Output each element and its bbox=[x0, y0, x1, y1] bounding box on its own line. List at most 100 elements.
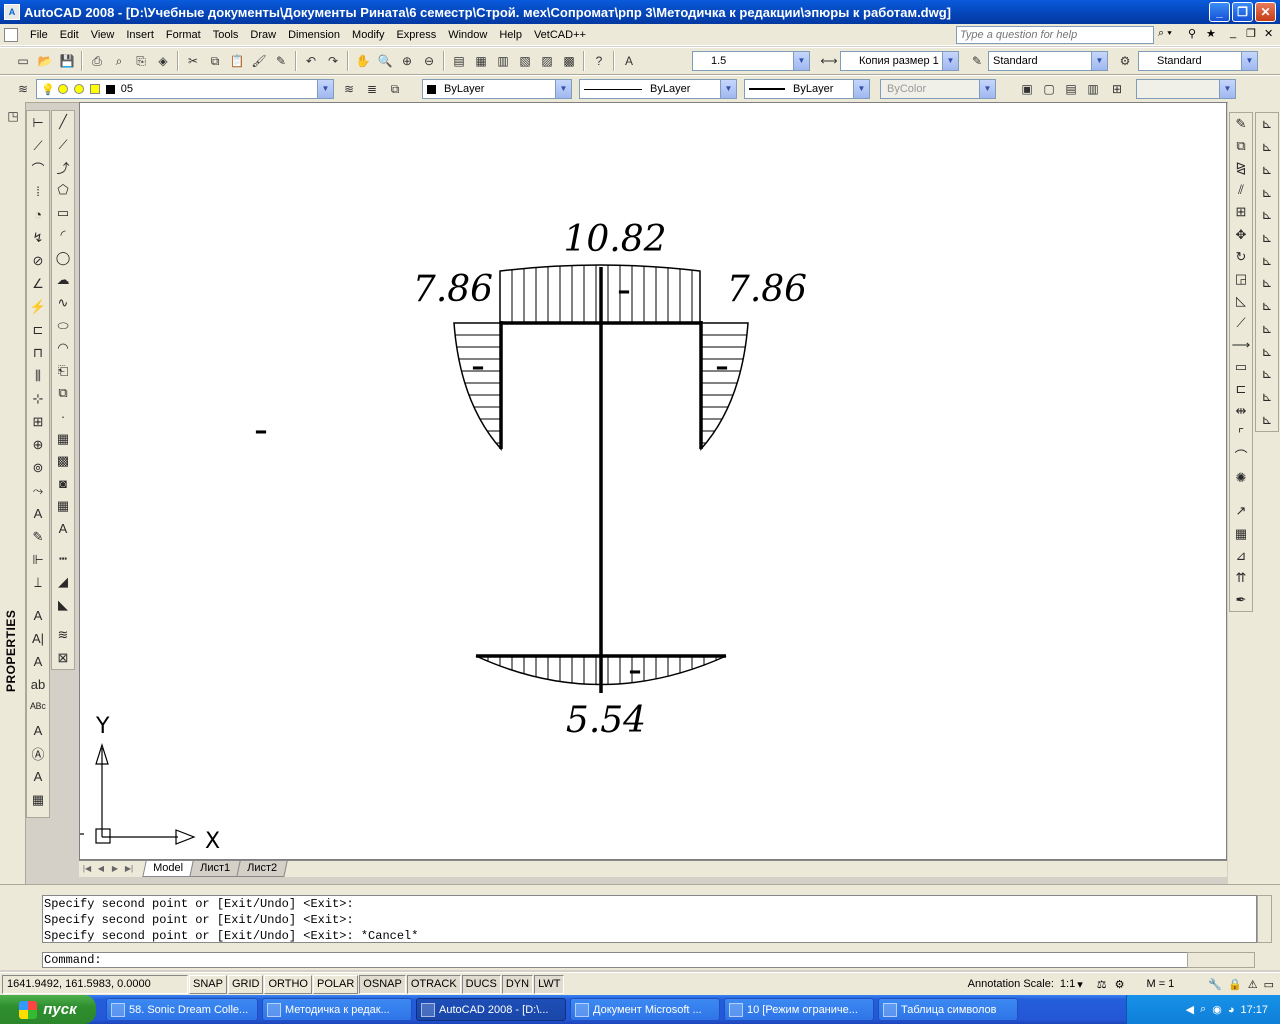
command-hscrollbar[interactable] bbox=[1187, 952, 1255, 968]
help-search-input[interactable] bbox=[956, 26, 1154, 44]
menu-window[interactable]: Window bbox=[442, 29, 493, 41]
doc-restore-button[interactable]: ❐ bbox=[1246, 27, 1256, 40]
make-layer-current-icon[interactable]: ≋ bbox=[339, 79, 359, 99]
z-ucs-icon[interactable]: ⊾ bbox=[1257, 364, 1277, 385]
rectangle-icon[interactable]: ▭ bbox=[53, 202, 73, 223]
named-views-icon[interactable]: ▣ bbox=[1017, 79, 1037, 99]
grid-toggle[interactable]: GRID bbox=[227, 974, 264, 994]
chevron-down-icon[interactable]: ▼ bbox=[942, 52, 958, 70]
epure-drawing[interactable]: – – – – – 10.82 7.86 7.86 5.54 X Y bbox=[80, 103, 1227, 860]
angular-icon[interactable]: ∠ bbox=[28, 273, 48, 294]
back-icon[interactable]: ◀ bbox=[1186, 1003, 1194, 1016]
center-mark-icon[interactable]: ⊕ bbox=[28, 434, 48, 455]
viewport-icon[interactable]: ▤ bbox=[1061, 79, 1081, 99]
palette-icon[interactable]: ◳ bbox=[3, 106, 23, 126]
erase-icon[interactable]: ✎ bbox=[1231, 114, 1251, 134]
arc-icon[interactable]: ◜ bbox=[53, 225, 73, 246]
taskbar-item[interactable]: 10 [Режим ограниче... bbox=[724, 998, 874, 1021]
chevron-down-icon[interactable]: ▼ bbox=[555, 80, 571, 98]
antivirus-icon[interactable]: ◉ bbox=[1212, 1003, 1222, 1016]
ucs-previous-icon[interactable]: ⊾ bbox=[1257, 159, 1277, 180]
menu-file[interactable]: File bbox=[24, 29, 54, 41]
chevron-down-icon[interactable]: ▼ bbox=[1241, 52, 1257, 70]
block-editor-icon[interactable]: ✎ bbox=[271, 51, 291, 71]
measure-icon[interactable]: ⊿ bbox=[1231, 546, 1251, 566]
multiline-text-icon[interactable]: A bbox=[53, 519, 73, 540]
design-center-icon[interactable]: ▦ bbox=[471, 51, 491, 71]
properties-icon[interactable]: ▤ bbox=[449, 51, 469, 71]
dashed-line-icon[interactable]: ┅ bbox=[53, 549, 73, 570]
3point-ucs-icon[interactable]: ⊾ bbox=[1257, 296, 1277, 317]
right-flange-epure[interactable] bbox=[700, 322, 749, 451]
osnap-toggle[interactable]: OSNAP bbox=[359, 974, 406, 994]
tolerance-icon[interactable]: ⊞ bbox=[28, 411, 48, 432]
jogged-icon[interactable]: ↯ bbox=[28, 227, 48, 248]
join-icon[interactable]: ⇹ bbox=[1231, 401, 1251, 421]
next-tab-icon[interactable]: ▶ bbox=[109, 863, 121, 875]
table-style-icon[interactable]: ⚙ bbox=[1115, 51, 1135, 71]
chevron-down-icon[interactable]: ▼ bbox=[853, 80, 869, 98]
paste-icon[interactable]: 📋 bbox=[227, 51, 247, 71]
chamfer-icon[interactable]: ⌜ bbox=[1231, 424, 1251, 444]
start-button[interactable]: пуск bbox=[0, 995, 96, 1024]
view-ucs-icon[interactable]: ⊾ bbox=[1257, 228, 1277, 249]
annotation-scale-value[interactable]: 1:1 bbox=[1060, 978, 1075, 990]
lock-toolbars-icon[interactable]: 🔒 bbox=[1228, 978, 1242, 991]
taskbar-item[interactable]: Методичка к редак... bbox=[262, 998, 412, 1021]
ellipse-icon[interactable]: ⬭ bbox=[53, 315, 73, 336]
menu-modify[interactable]: Modify bbox=[346, 29, 390, 41]
cut-icon[interactable]: ✂ bbox=[183, 51, 203, 71]
dim-break-icon[interactable]: ⊹ bbox=[28, 388, 48, 409]
chevron-down-icon[interactable]: ▼ bbox=[1091, 52, 1107, 70]
plotstyle-dropdown[interactable]: ByColor ▼ bbox=[880, 79, 996, 99]
align-icon[interactable]: ⇈ bbox=[1231, 568, 1251, 588]
ortho-toggle[interactable]: ORTHO bbox=[264, 974, 312, 994]
table-icon[interactable]: ▦ bbox=[53, 496, 73, 517]
command-input[interactable]: Command: bbox=[42, 952, 1227, 968]
chevron-down-icon[interactable]: ▼ bbox=[979, 80, 995, 98]
circle-icon[interactable]: ◯ bbox=[53, 248, 73, 269]
y-ucs-icon[interactable]: ⊾ bbox=[1257, 341, 1277, 362]
stretch-icon[interactable]: ◺ bbox=[1231, 291, 1251, 311]
jogged-linear-icon[interactable]: ⤳ bbox=[28, 480, 48, 501]
layer-states-icon[interactable]: ⧉ bbox=[385, 79, 405, 99]
hatch-icon[interactable]: ▦ bbox=[53, 428, 73, 449]
menu-help[interactable]: Help bbox=[493, 29, 528, 41]
linetype-dropdown[interactable]: ByLayer ▼ bbox=[579, 79, 737, 99]
justify-text-icon[interactable]: A bbox=[28, 766, 48, 787]
text-height-dropdown[interactable]: 1.5 ▼ bbox=[692, 51, 810, 71]
command-history[interactable]: Specify second point or [Exit/Undo] <Exi… bbox=[42, 895, 1257, 943]
prev-tab-icon[interactable]: ◀ bbox=[95, 863, 107, 875]
pen-icon[interactable]: ✒ bbox=[1231, 590, 1251, 610]
publish-icon[interactable]: ⎘ bbox=[131, 51, 151, 71]
face-ucs-icon[interactable]: ⊾ bbox=[1257, 182, 1277, 203]
left-flange-epure[interactable] bbox=[453, 322, 502, 451]
polar-toggle[interactable]: POLAR bbox=[313, 974, 359, 994]
lwt-toggle[interactable]: LWT bbox=[534, 974, 565, 994]
redo-icon[interactable]: ↷ bbox=[323, 51, 343, 71]
viewport-scale-dropdown[interactable]: ▼ bbox=[1136, 79, 1236, 99]
network-icon[interactable]: ⌕ bbox=[1200, 1003, 1206, 1016]
snap-toggle[interactable]: SNAP bbox=[189, 974, 227, 994]
zoom-window-icon[interactable]: ⊕ bbox=[397, 51, 417, 71]
taskbar-item-active[interactable]: AutoCAD 2008 - [D:\... bbox=[416, 998, 566, 1021]
tool-palettes-icon[interactable]: ▥ bbox=[493, 51, 513, 71]
dim-style-icon[interactable]: ⟷ bbox=[819, 51, 839, 71]
undo-icon[interactable]: ↶ bbox=[301, 51, 321, 71]
apply-ucs-icon[interactable]: ⊾ bbox=[1257, 387, 1277, 408]
properties-palette-tab[interactable]: PROPERTIES bbox=[4, 602, 20, 692]
zoom-previous-icon[interactable]: ⊖ bbox=[419, 51, 439, 71]
chevron-down-icon[interactable]: ▼ bbox=[793, 52, 809, 70]
chevron-down-icon[interactable]: ▼ bbox=[720, 80, 736, 98]
object-ucs-icon[interactable]: ⊾ bbox=[1257, 205, 1277, 226]
chevron-down-icon[interactable]: ▾ bbox=[1077, 978, 1083, 991]
menu-vetcad[interactable]: VetCAD++ bbox=[528, 29, 592, 41]
continue-icon[interactable]: ⊓ bbox=[28, 342, 48, 363]
taskbar-item[interactable]: Таблица символов bbox=[878, 998, 1018, 1021]
menu-tools[interactable]: Tools bbox=[207, 29, 245, 41]
polyline-icon[interactable]: ⤴ bbox=[53, 157, 73, 178]
copy-icon[interactable]: ⧉ bbox=[205, 51, 225, 71]
annotation-visibility-icon[interactable]: ⚖ bbox=[1097, 978, 1107, 991]
spell-icon[interactable]: ᴬᴮᶜ bbox=[28, 697, 48, 718]
layer-dropdown[interactable]: 💡 05 ▼ bbox=[36, 79, 334, 99]
